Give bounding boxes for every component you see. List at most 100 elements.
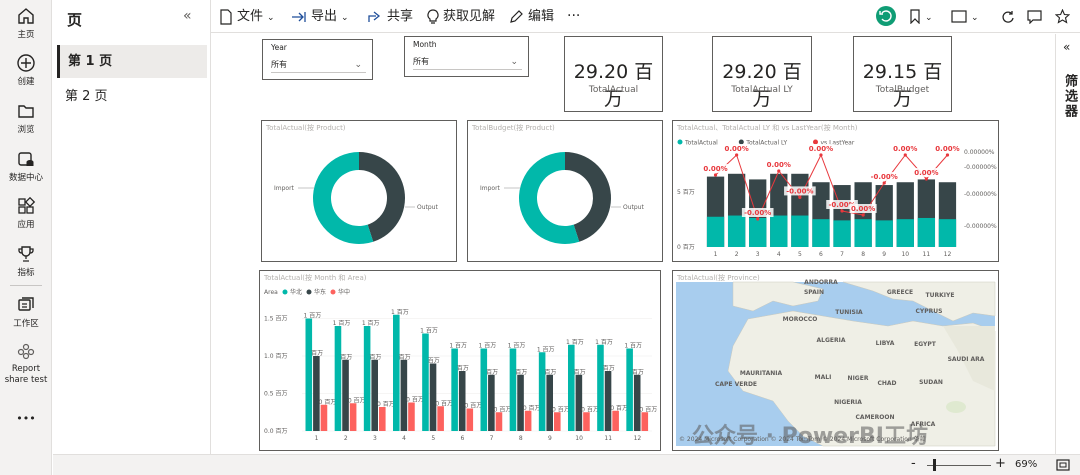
comment-button[interactable]: [1027, 0, 1046, 33]
zoom-slider-track[interactable]: [927, 465, 991, 466]
line-point[interactable]: [903, 153, 907, 157]
bar-totalactual[interactable]: [917, 217, 936, 247]
bar-华东[interactable]: [546, 374, 553, 431]
bar-华中[interactable]: [379, 407, 386, 431]
nav-apps[interactable]: 应用: [0, 196, 52, 230]
bar-华东[interactable]: [517, 374, 524, 431]
bar-华东[interactable]: [604, 371, 612, 431]
line-point[interactable]: [840, 209, 844, 213]
year-slicer[interactable]: Year 所有 ⌄: [262, 39, 373, 80]
bar-华北[interactable]: [363, 326, 371, 431]
fit-to-page-icon[interactable]: [1056, 459, 1070, 471]
line-point[interactable]: [819, 153, 823, 157]
bar-华中[interactable]: [320, 404, 328, 431]
clustered-column-chart-area[interactable]: TotalActual(按 Month 和 Area) Area 华北 华东 华中 0.…: [259, 270, 661, 451]
bar-华东[interactable]: [458, 371, 466, 431]
line-point[interactable]: [713, 173, 718, 177]
bar-totalactual[interactable]: [706, 216, 725, 247]
bar-华中[interactable]: [408, 402, 415, 432]
nav-workspaces[interactable]: 工作区: [0, 295, 52, 329]
bar-华北[interactable]: [393, 314, 400, 431]
page-tab-1[interactable]: 第 1 页: [57, 45, 207, 78]
bar-华北[interactable]: [305, 318, 313, 432]
bar-华东[interactable]: [488, 374, 495, 431]
bar-华北[interactable]: [597, 344, 604, 431]
collapse-pages-button[interactable]: «: [183, 8, 192, 24]
bar-华中[interactable]: [554, 412, 561, 431]
nav-metrics[interactable]: 指标: [0, 244, 52, 278]
bar-华中[interactable]: [641, 412, 649, 431]
refresh-button[interactable]: [1001, 0, 1019, 33]
share-button[interactable]: 共享: [367, 0, 413, 33]
export-menu[interactable]: 导出 ⌄: [291, 0, 349, 33]
bar-华东[interactable]: [313, 356, 320, 431]
zoom-in-button[interactable]: +: [995, 456, 1006, 471]
line-point[interactable]: [882, 181, 886, 185]
bar-totalactual[interactable]: [875, 220, 893, 247]
bar-totalactual[interactable]: [791, 215, 809, 247]
bookmark-button[interactable]: ⌄: [909, 0, 933, 33]
bar-totalactual[interactable]: [749, 217, 767, 247]
bar-华中[interactable]: [466, 408, 474, 432]
month-slicer-dropdown[interactable]: 所有 ⌄: [413, 54, 522, 70]
bar-华北[interactable]: [422, 333, 429, 432]
bar-华北[interactable]: [568, 344, 575, 431]
line-point[interactable]: [924, 177, 928, 181]
year-slicer-dropdown[interactable]: 所有 ⌄: [271, 57, 366, 73]
bar-华北[interactable]: [538, 352, 546, 431]
nav-report-share-test[interactable]: Report share test: [0, 342, 52, 386]
insights-button[interactable]: 获取见解: [427, 0, 495, 33]
favorite-button[interactable]: [1054, 0, 1074, 33]
more-nav-button[interactable]: •••: [0, 412, 52, 425]
bar-华东[interactable]: [575, 374, 583, 431]
bar-华北[interactable]: [509, 348, 517, 432]
nav-datahub[interactable]: 数据中心: [0, 149, 52, 183]
view-button[interactable]: ⌄: [951, 0, 979, 33]
donut-chart-totalbudget[interactable]: TotalBudget(按 Product) Import Output: [467, 120, 663, 262]
bar-华北[interactable]: [334, 326, 342, 431]
bar-totalactual[interactable]: [854, 219, 872, 247]
bar-totalactual[interactable]: [896, 219, 914, 247]
line-point[interactable]: [735, 153, 739, 157]
file-menu[interactable]: 文件 ⌄: [219, 0, 275, 33]
nav-create[interactable]: 创建: [0, 53, 52, 87]
bar-华中[interactable]: [524, 410, 532, 431]
bar-totalactual[interactable]: [833, 220, 851, 247]
bar-totalactual[interactable]: [938, 219, 957, 247]
donut-chart-totalactual[interactable]: TotalActual(按 Product) Import Output: [261, 120, 457, 262]
reset-button[interactable]: [876, 6, 896, 26]
expand-filters-button[interactable]: «: [1063, 40, 1070, 54]
bar-华中[interactable]: [612, 410, 619, 431]
nav-browse[interactable]: 浏览: [0, 101, 52, 135]
more-options-button[interactable]: ···: [567, 0, 580, 33]
bar-华北[interactable]: [626, 348, 633, 432]
bar-华中[interactable]: [495, 412, 503, 431]
bar-totalactual[interactable]: [727, 215, 746, 247]
bar-华东[interactable]: [633, 374, 641, 431]
page-tab-2[interactable]: 第 2 页: [57, 80, 207, 113]
line-point[interactable]: [777, 169, 781, 173]
line-point[interactable]: [861, 213, 865, 217]
bar-华东[interactable]: [371, 359, 378, 431]
line-point[interactable]: [798, 195, 802, 199]
month-slicer[interactable]: Month 所有 ⌄: [404, 36, 529, 77]
bar-totalactual[interactable]: [770, 215, 788, 247]
bar-华北[interactable]: [480, 348, 488, 432]
bar-华中[interactable]: [437, 406, 444, 431]
bar-华东[interactable]: [429, 363, 437, 432]
zoom-out-button[interactable]: -: [911, 456, 916, 471]
line-point[interactable]: [756, 217, 760, 221]
zoom-slider-thumb[interactable]: [933, 459, 936, 471]
bar-华东[interactable]: [400, 359, 408, 431]
combo-chart-vs-lastyear[interactable]: TotalActual、TotalActual LY 和 vs LastYear…: [672, 120, 999, 262]
bar-华东[interactable]: [342, 359, 349, 431]
chevron-down-icon: ⌄: [925, 13, 933, 23]
filters-pane[interactable]: « 筛选器: [1055, 34, 1080, 454]
edit-button[interactable]: 编辑: [509, 0, 554, 33]
line-point[interactable]: [945, 153, 950, 157]
bar-华中[interactable]: [349, 403, 357, 431]
bar-华北[interactable]: [451, 348, 458, 432]
bar-华中[interactable]: [583, 412, 590, 431]
nav-home[interactable]: 主页: [0, 6, 52, 40]
bar-totalactual[interactable]: [812, 219, 830, 247]
